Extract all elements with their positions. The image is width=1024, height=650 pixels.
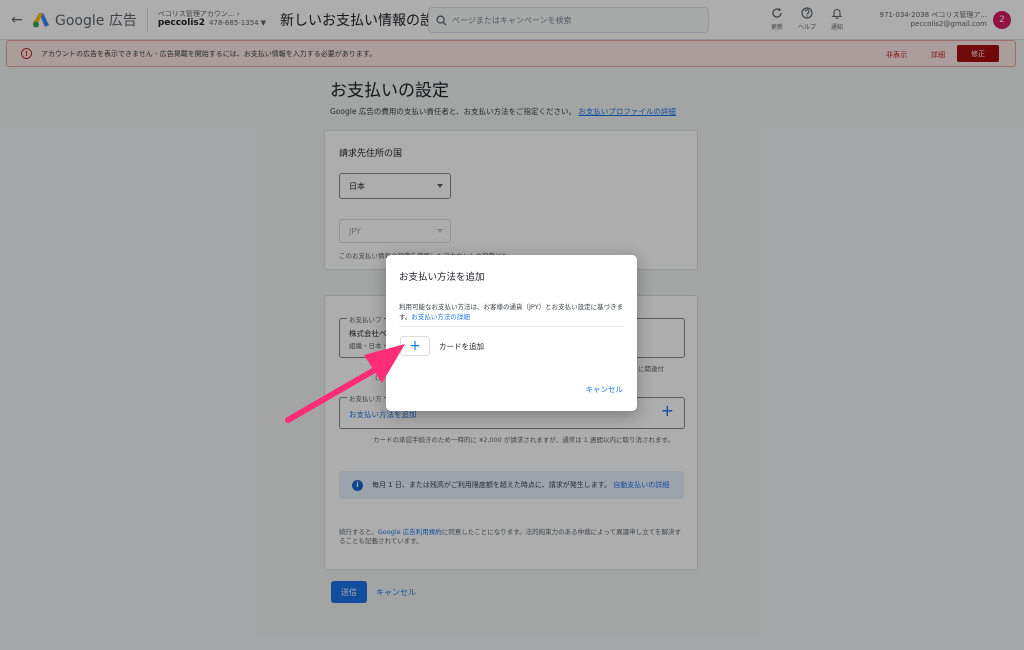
plus-icon: + — [409, 338, 421, 354]
payment-methods-link[interactable]: お支払い方法の詳細 — [411, 313, 470, 321]
divider — [399, 326, 624, 327]
dialog-description: 利用可能なお支払い方法は、お客様の通貨（JPY）とお支払い設定に基づきます。お支… — [399, 303, 624, 321]
add-card-label[interactable]: カードを追加 — [439, 341, 484, 352]
dialog-title: お支払い方法を追加 — [399, 272, 485, 283]
add-card-button[interactable]: + — [400, 336, 430, 356]
add-payment-method-dialog: お支払い方法を追加 利用可能なお支払い方法は、お客様の通貨（JPY）とお支払い設… — [386, 255, 637, 411]
dialog-cancel-button[interactable]: キャンセル — [586, 384, 624, 395]
